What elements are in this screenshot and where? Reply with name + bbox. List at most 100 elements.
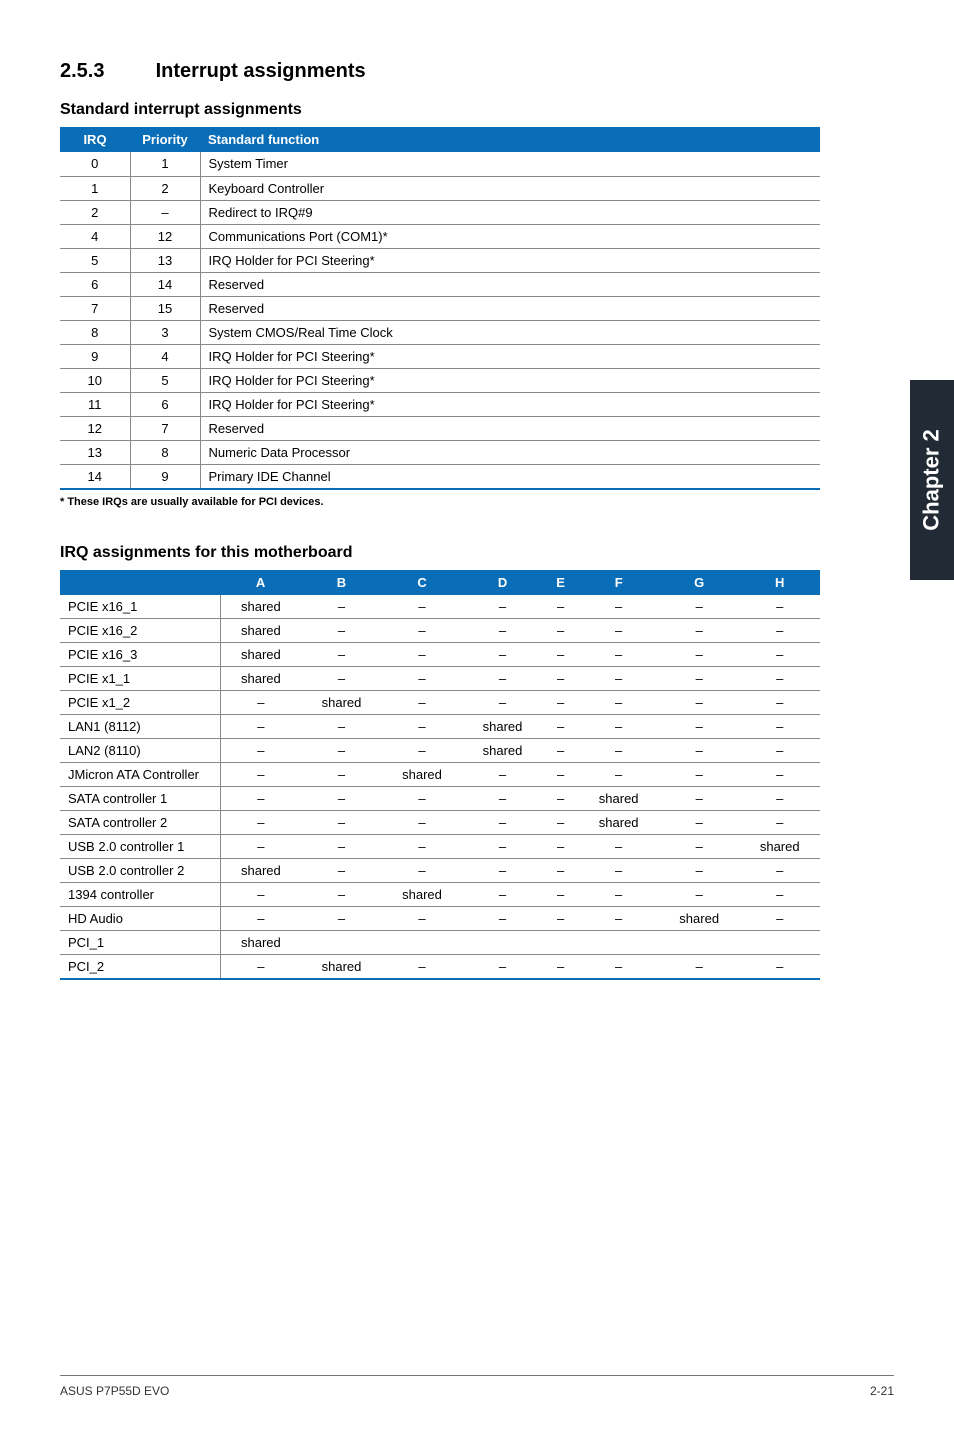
table-cell: Redirect to IRQ#9 — [200, 200, 820, 224]
footnote: * These IRQs are usually available for P… — [60, 496, 820, 508]
row-label: LAN1 (8112) — [60, 715, 220, 739]
table-cell: 1 — [60, 176, 130, 200]
table-row: 715Reserved — [60, 296, 820, 320]
table-cell: shared — [301, 955, 382, 980]
table-cell: – — [578, 739, 659, 763]
irq-assignments-heading: IRQ assignments for this motherboard — [60, 544, 820, 562]
table-cell: shared — [739, 835, 820, 859]
table-cell: – — [659, 739, 740, 763]
table-cell: – — [739, 595, 820, 619]
table-cell: – — [301, 859, 382, 883]
table-row: 94IRQ Holder for PCI Steering* — [60, 344, 820, 368]
table-cell: – — [543, 787, 579, 811]
table-row: LAN2 (8110)–––shared–––– — [60, 739, 820, 763]
table-cell: – — [543, 691, 579, 715]
table-cell: 9 — [60, 344, 130, 368]
table-cell: 7 — [130, 416, 200, 440]
table-cell: – — [543, 619, 579, 643]
table-cell: – — [578, 643, 659, 667]
table-cell: – — [301, 787, 382, 811]
section-title: Interrupt assignments — [156, 60, 366, 82]
table-cell: – — [543, 667, 579, 691]
table-cell: 15 — [130, 296, 200, 320]
table-cell: 13 — [130, 248, 200, 272]
table-row: 01System Timer — [60, 152, 820, 176]
table-row: 614Reserved — [60, 272, 820, 296]
table-row: 513IRQ Holder for PCI Steering* — [60, 248, 820, 272]
table-cell: 12 — [130, 224, 200, 248]
table-cell: – — [578, 715, 659, 739]
table-cell: – — [462, 955, 543, 980]
table-cell: shared — [220, 619, 301, 643]
table-cell: – — [739, 811, 820, 835]
table-cell: – — [301, 595, 382, 619]
table-cell: – — [543, 835, 579, 859]
table-cell: – — [543, 739, 579, 763]
table-cell: – — [578, 619, 659, 643]
table-header-cell: G — [659, 570, 740, 595]
table-cell: – — [543, 643, 579, 667]
table-row: 127Reserved — [60, 416, 820, 440]
row-label: LAN2 (8110) — [60, 739, 220, 763]
table-cell: – — [578, 835, 659, 859]
table-cell — [543, 931, 579, 955]
table-cell: – — [301, 883, 382, 907]
table-cell: – — [659, 691, 740, 715]
table-cell: 14 — [60, 464, 130, 489]
table-cell: – — [659, 811, 740, 835]
table-cell: – — [462, 619, 543, 643]
table-row: PCI_2–shared–––––– — [60, 955, 820, 980]
table-row: 2–Redirect to IRQ#9 — [60, 200, 820, 224]
table-cell: – — [578, 595, 659, 619]
table-cell: shared — [462, 739, 543, 763]
table-cell: – — [220, 691, 301, 715]
footer-left: ASUS P7P55D EVO — [60, 1384, 169, 1398]
table-cell: – — [462, 595, 543, 619]
table-cell: – — [739, 859, 820, 883]
table-cell: 4 — [130, 344, 200, 368]
table-cell: shared — [301, 691, 382, 715]
table-cell: – — [543, 883, 579, 907]
table-cell: System Timer — [200, 152, 820, 176]
table-cell: – — [462, 811, 543, 835]
row-label: PCIE x16_2 — [60, 619, 220, 643]
table-cell: 8 — [130, 440, 200, 464]
table-row: 412Communications Port (COM1)* — [60, 224, 820, 248]
table-cell: Reserved — [200, 272, 820, 296]
table-cell: 8 — [60, 320, 130, 344]
table-cell: – — [220, 955, 301, 980]
table-row: 138Numeric Data Processor — [60, 440, 820, 464]
col-function: Standard function — [200, 127, 820, 152]
table-cell: – — [739, 883, 820, 907]
table-header-cell: A — [220, 570, 301, 595]
table-cell: 4 — [60, 224, 130, 248]
table-cell: – — [462, 859, 543, 883]
table-cell — [578, 931, 659, 955]
table-cell: – — [739, 955, 820, 980]
table-row: 1394 controller––shared––––– — [60, 883, 820, 907]
table-cell: – — [659, 667, 740, 691]
table-cell: 6 — [60, 272, 130, 296]
table-cell: – — [543, 763, 579, 787]
table-cell: shared — [220, 667, 301, 691]
table-cell: 10 — [60, 368, 130, 392]
table-cell: shared — [382, 763, 463, 787]
table-cell: 2 — [130, 176, 200, 200]
table-cell: – — [220, 811, 301, 835]
table-cell: – — [382, 619, 463, 643]
table-cell: IRQ Holder for PCI Steering* — [200, 344, 820, 368]
table-cell — [462, 931, 543, 955]
table-cell: – — [301, 907, 382, 931]
table-cell: 12 — [60, 416, 130, 440]
table-cell: – — [382, 955, 463, 980]
row-label: PCIE x16_1 — [60, 595, 220, 619]
table-cell: – — [659, 835, 740, 859]
table-cell: – — [301, 739, 382, 763]
row-label: PCIE x1_2 — [60, 691, 220, 715]
table-cell: – — [301, 763, 382, 787]
table-cell: – — [462, 691, 543, 715]
section-number: 2.5.3 — [60, 60, 150, 83]
row-label: USB 2.0 controller 2 — [60, 859, 220, 883]
table-row: 83System CMOS/Real Time Clock — [60, 320, 820, 344]
table-cell: – — [578, 907, 659, 931]
